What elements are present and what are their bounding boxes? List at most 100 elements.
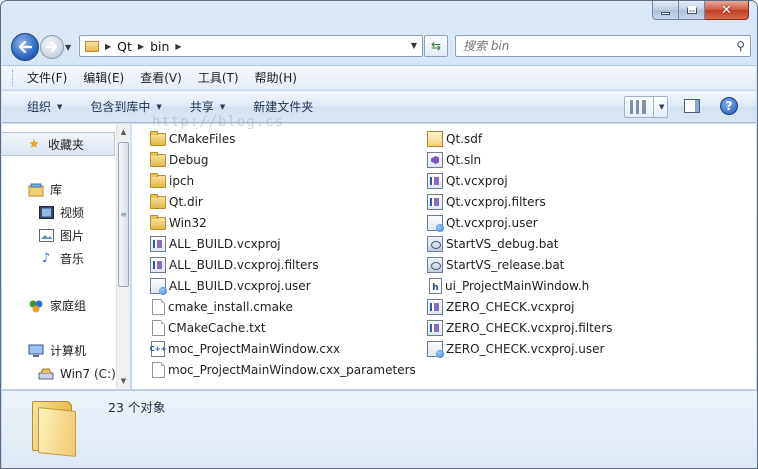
refresh-icon: ⇆ <box>430 39 442 53</box>
file-name: Win32 <box>169 216 207 230</box>
nav-item-drive-c[interactable]: Win7 (C:) <box>38 366 116 382</box>
help-icon[interactable]: ? <box>720 97 738 115</box>
chevron-down-icon: ▼ <box>57 102 63 111</box>
chevron-down-icon[interactable]: ▼ <box>659 103 664 111</box>
computer-icon <box>28 343 44 359</box>
breadcrumb-arrow-icon[interactable]: ▶ <box>138 42 144 51</box>
file-name: moc_ProjectMainWindow.cxx_parameters <box>168 363 416 377</box>
nav-item-favorites[interactable]: ★ 收藏夹 <box>2 132 115 156</box>
include-in-library-button[interactable]: 包含到库中 ▼ <box>90 98 161 115</box>
file-name: Qt.dir <box>169 195 203 209</box>
menu-tools[interactable]: 工具(T) <box>190 69 247 86</box>
breadcrumb-bin[interactable]: bin <box>150 39 169 54</box>
share-button[interactable]: 共享 ▼ <box>190 98 225 115</box>
nav-item-pictures[interactable]: 图片 <box>38 227 84 244</box>
file-item[interactable]: cmake_install.cmake <box>150 297 293 317</box>
file-item[interactable]: StartVS_debug.bat <box>427 234 558 254</box>
nav-scrollbar[interactable]: ▲ ≡ ▼ <box>116 124 130 389</box>
share-label: 共享 <box>189 100 214 114</box>
explorer-window: ✕ ▼ ▶ Qt ▶ bin ▶ ▼ ⇆ ⚲ 文件(F) 编辑(E) 查看(V)… <box>0 0 758 469</box>
close-button[interactable]: ✕ <box>705 1 749 20</box>
user-file-icon <box>427 341 444 358</box>
file-item[interactable]: Qt.dir <box>150 192 203 212</box>
menu-file[interactable]: 文件(F) <box>19 69 75 86</box>
menu-bar: 文件(F) 编辑(E) 查看(V) 工具(T) 帮助(H) <box>2 65 756 89</box>
menu-help[interactable]: 帮助(H) <box>247 69 305 86</box>
minimize-button[interactable] <box>652 1 679 20</box>
nav-item-computer[interactable]: 计算机 <box>28 342 86 359</box>
nav-item-music[interactable]: ♪ 音乐 <box>38 250 84 267</box>
nav-item-videos[interactable]: 视频 <box>38 204 84 221</box>
file-item[interactable]: ALL_BUILD.vcxproj.filters <box>150 255 319 275</box>
file-item[interactable]: CMakeFiles <box>150 129 235 149</box>
folder-icon <box>85 40 99 52</box>
file-item[interactable]: Qt.vcxproj.filters <box>427 192 546 212</box>
menu-view[interactable]: 查看(V) <box>132 69 190 86</box>
forward-button[interactable] <box>40 35 64 59</box>
library-icon <box>28 182 44 198</box>
file-item[interactable]: StartVS_release.bat <box>427 255 564 275</box>
file-item[interactable]: h ui_ProjectMainWindow.h <box>427 276 589 296</box>
search-box[interactable]: ⚲ <box>455 35 751 57</box>
file-name: ALL_BUILD.vcxproj.user <box>169 279 311 293</box>
user-file-icon <box>150 278 167 295</box>
search-input[interactable] <box>463 39 713 53</box>
vs-file-icon <box>427 173 443 189</box>
vs-file-icon <box>427 299 443 315</box>
file-item[interactable]: Win32 <box>150 213 207 233</box>
doc-file-icon <box>152 299 165 315</box>
file-item[interactable]: ALL_BUILD.vcxproj.user <box>150 276 311 296</box>
file-item[interactable]: ZERO_CHECK.vcxproj.user <box>427 339 604 359</box>
file-item[interactable]: Qt.vcxproj.user <box>427 213 538 233</box>
nav-item-label: 图片 <box>60 229 85 243</box>
file-name: Qt.vcxproj.filters <box>446 195 546 209</box>
file-item[interactable]: CMakeCache.txt <box>150 318 266 338</box>
file-item[interactable]: Debug <box>150 150 208 170</box>
sln-file-icon <box>427 152 443 168</box>
organize-button[interactable]: 组织 ▼ <box>27 98 62 115</box>
nav-item-label: 家庭组 <box>50 299 87 313</box>
refresh-button[interactable]: ⇆ <box>424 35 448 57</box>
file-item[interactable]: moc_ProjectMainWindow.cxx_parameters <box>150 360 416 380</box>
file-item[interactable]: Qt.vcxproj <box>427 171 508 191</box>
user-file-icon <box>427 215 444 232</box>
file-item[interactable]: ZERO_CHECK.vcxproj <box>427 297 574 317</box>
change-view-button[interactable]: ▼ <box>624 96 668 118</box>
scroll-up-icon[interactable]: ▲ <box>117 124 130 140</box>
scroll-thumb[interactable]: ≡ <box>118 142 129 287</box>
search-icon[interactable]: ⚲ <box>736 39 745 53</box>
command-bar: 组织 ▼ 包含到库中 ▼ 共享 ▼ 新建文件夹 ▼ ? <box>2 90 756 123</box>
chevron-down-icon: ▼ <box>65 43 72 52</box>
breadcrumb-qt[interactable]: Qt <box>117 39 132 54</box>
view-options-icon <box>630 100 646 114</box>
address-bar[interactable]: ▶ Qt ▶ bin ▶ ▼ <box>79 35 423 57</box>
nav-item-homegroup[interactable]: 家庭组 <box>28 297 86 314</box>
file-item[interactable]: Qt.sdf <box>427 129 482 149</box>
new-folder-button[interactable]: 新建文件夹 <box>253 98 313 115</box>
file-item[interactable]: C++ moc_ProjectMainWindow.cxx <box>150 339 340 359</box>
vs-file-icon <box>150 236 166 252</box>
organize-label: 组织 <box>27 100 52 114</box>
nav-item-libraries[interactable]: 库 <box>28 181 62 198</box>
maximize-button[interactable] <box>679 1 705 20</box>
file-item[interactable]: ipch <box>150 171 194 191</box>
breadcrumb-arrow-icon[interactable]: ▶ <box>175 42 181 51</box>
include-in-library-label: 包含到库中 <box>90 100 151 114</box>
folder-file-icon <box>150 131 166 146</box>
scroll-down-icon[interactable]: ▼ <box>117 373 130 389</box>
file-item[interactable]: ALL_BUILD.vcxproj <box>150 234 281 254</box>
back-button[interactable] <box>11 33 39 61</box>
file-name: ALL_BUILD.vcxproj <box>169 237 281 251</box>
folder-icon <box>30 397 78 457</box>
file-item[interactable]: Qt.sln <box>427 150 481 170</box>
menu-edit[interactable]: 编辑(E) <box>75 69 132 86</box>
recent-pages-dropdown[interactable]: ▼ <box>65 43 75 53</box>
divider <box>653 97 654 117</box>
file-name: Qt.vcxproj.user <box>446 216 538 230</box>
file-list: CMakeFiles Debug ipch Qt.dir Win32 ALL_BUILD.… <box>132 124 756 389</box>
breadcrumb-arrow-icon[interactable]: ▶ <box>105 42 111 51</box>
file-name: ZERO_CHECK.vcxproj <box>446 300 575 314</box>
preview-pane-icon[interactable] <box>684 99 700 113</box>
address-dropdown-icon[interactable]: ▼ <box>411 41 417 50</box>
file-item[interactable]: ZERO_CHECK.vcxproj.filters <box>427 318 612 338</box>
